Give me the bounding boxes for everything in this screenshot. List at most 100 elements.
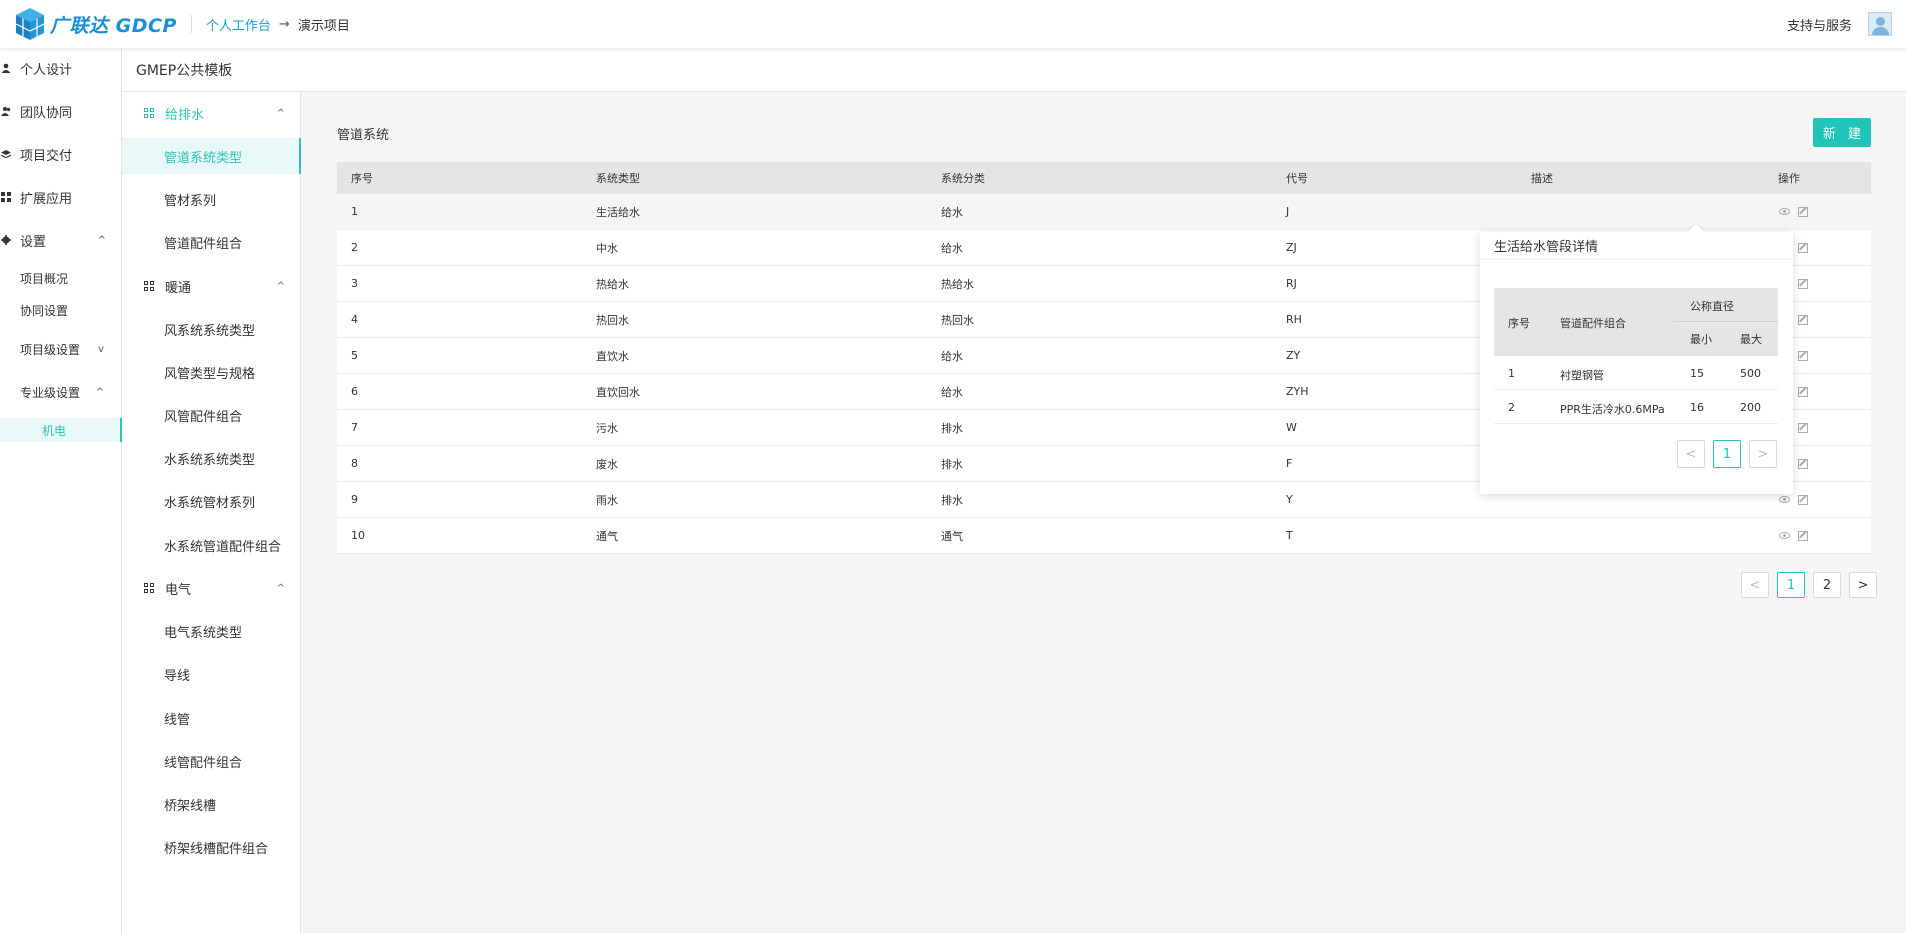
support-link[interactable]: 支持与服务 xyxy=(1787,15,1852,34)
edit-icon[interactable] xyxy=(1798,350,1808,361)
secondary-sidebar: 给排水 ^ 管道系统类型 管材系列 管道配件组合 暖通 ^ 风系统系统类型 风管… xyxy=(122,92,301,933)
table-cell: 排水 xyxy=(941,457,963,471)
group-water[interactable]: 给排水 ^ xyxy=(122,98,301,128)
table-cell: 热给水 xyxy=(941,277,974,291)
nav-collab-settings[interactable]: 协同设置 xyxy=(20,298,120,322)
item-electrical-system-type[interactable]: 电气系统类型 xyxy=(122,613,301,649)
item-pipe-system-type[interactable]: 管道系统类型 xyxy=(122,138,301,174)
grid-icon xyxy=(144,582,155,594)
view-icon[interactable] xyxy=(1779,208,1790,215)
page-1-button[interactable]: 1 xyxy=(1777,572,1805,598)
grid-icon xyxy=(144,280,155,292)
item-conduit-fitting[interactable]: 线管配件组合 xyxy=(122,743,301,779)
nav-project-delivery[interactable]: 项目交付 xyxy=(0,139,122,169)
view-icon[interactable] xyxy=(1779,532,1790,539)
col-index: 序号 xyxy=(351,172,373,185)
table-cell: 通气 xyxy=(941,529,963,543)
new-button[interactable]: 新 建 xyxy=(1813,118,1871,147)
item-pipe-fitting[interactable]: 管道配件组合 xyxy=(122,224,301,260)
edit-icon[interactable] xyxy=(1798,278,1808,289)
pop-col-min: 最小 xyxy=(1690,333,1712,346)
nav-settings[interactable]: 设置 ^ xyxy=(0,225,122,255)
table-cell: RJ xyxy=(1286,277,1297,290)
item-pipe-material[interactable]: 管材系列 xyxy=(122,181,301,217)
table-row[interactable]: 1 生活给水 给水 J xyxy=(337,194,1871,230)
detail-popover: 生活给水管段详情 序号 管道配件组合 公称直径 最小 最大 1 衬塑钢管 15 … xyxy=(1480,223,1793,494)
table-cell: 给水 xyxy=(941,349,963,363)
nav-pro-level-settings[interactable]: 专业级设置 ^ xyxy=(20,380,120,404)
nav-extend-apps[interactable]: 扩展应用 xyxy=(0,182,122,212)
table-cell: 1 xyxy=(351,205,358,218)
table-header: 序号 系统类型 系统分类 代号 描述 操作 xyxy=(337,162,1871,194)
col-description: 描述 xyxy=(1531,172,1553,185)
next-page-button[interactable]: > xyxy=(1849,572,1877,598)
nav-project-level-settings[interactable]: 项目级设置 v xyxy=(20,337,120,361)
table-cell: 直饮水 xyxy=(596,349,629,363)
table-cell: Y xyxy=(1286,493,1293,506)
nav-personal-design[interactable]: 个人设计 xyxy=(0,53,122,83)
nav-team-collab[interactable]: 团队协同 xyxy=(0,96,122,126)
table-cell: 给水 xyxy=(941,205,963,219)
grid-icon xyxy=(144,107,155,119)
nav-mech-active[interactable]: 机电 xyxy=(0,418,122,442)
edit-icon[interactable] xyxy=(1798,386,1808,397)
table-cell: J xyxy=(1286,205,1290,218)
group-hvac[interactable]: 暖通 ^ xyxy=(122,271,301,301)
item-wire[interactable]: 导线 xyxy=(122,656,301,692)
item-water-system-type[interactable]: 水系统系统类型 xyxy=(122,440,301,476)
avatar[interactable] xyxy=(1868,12,1892,36)
primary-sidebar: 个人设计 团队协同 项目交付 扩展应用 设置 ^ 项目概况 协同设置 项目级设置… xyxy=(0,48,122,933)
table-cell: 5 xyxy=(351,349,358,362)
table-cell: 8 xyxy=(351,457,358,470)
popover-page-1-button[interactable]: 1 xyxy=(1713,440,1741,468)
table-cell: 中水 xyxy=(596,241,618,255)
chevron-up-icon: ^ xyxy=(97,234,106,246)
table-row[interactable]: 10 通气 通气 T xyxy=(337,518,1871,554)
col-actions: 操作 xyxy=(1778,172,1800,185)
view-icon[interactable] xyxy=(1779,496,1790,503)
item-duct-type[interactable]: 风管类型与规格 xyxy=(122,354,301,390)
pop-col-diameter: 公称直径 xyxy=(1690,300,1734,313)
edit-icon[interactable] xyxy=(1798,314,1808,325)
prev-page-button[interactable]: < xyxy=(1741,572,1769,598)
item-water-pipe-fitting[interactable]: 水系统管道配件组合 xyxy=(122,527,301,563)
table-cell: 3 xyxy=(351,277,358,290)
popover-title: 生活给水管段详情 xyxy=(1480,232,1793,260)
table-cell: 热给水 xyxy=(596,277,629,291)
user-icon xyxy=(1,63,11,73)
item-cable-tray[interactable]: 桥架线槽 xyxy=(122,786,301,822)
breadcrumb-workbench[interactable]: 个人工作台 xyxy=(206,15,271,34)
popover-prev-button[interactable]: < xyxy=(1677,440,1705,468)
group-electrical[interactable]: 电气 ^ xyxy=(122,573,301,603)
logo[interactable]: 广联达 GDCP xyxy=(14,7,177,41)
edit-icon[interactable] xyxy=(1798,422,1808,433)
table-cell: 雨水 xyxy=(596,493,618,507)
item-conduit[interactable]: 线管 xyxy=(122,700,301,736)
table-cell: 4 xyxy=(351,313,358,326)
item-cable-tray-fitting[interactable]: 桥架线槽配件组合 xyxy=(122,829,301,865)
edit-icon[interactable] xyxy=(1798,494,1808,505)
edit-icon[interactable] xyxy=(1798,242,1808,253)
edit-icon[interactable] xyxy=(1798,206,1808,217)
item-air-system-type[interactable]: 风系统系统类型 xyxy=(122,311,301,347)
popover-table: 序号 管道配件组合 公称直径 最小 最大 1 衬塑钢管 15 500 2 PPR… xyxy=(1494,288,1778,424)
main-content: 管道系统 新 建 序号 系统类型 系统分类 代号 描述 操作 1 生活给水 给水 J 2… xyxy=(301,92,1906,933)
nav-project-overview[interactable]: 项目概况 xyxy=(20,266,120,290)
page-2-button[interactable]: 2 xyxy=(1813,572,1841,598)
col-code: 代号 xyxy=(1286,172,1308,185)
item-duct-fitting[interactable]: 风管配件组合 xyxy=(122,397,301,433)
item-water-pipe-material[interactable]: 水系统管材系列 xyxy=(122,483,301,519)
row-actions xyxy=(1779,494,1808,505)
breadcrumb: 个人工作台 → 演示项目 xyxy=(206,15,350,34)
chevron-down-icon: v xyxy=(98,343,104,355)
edit-icon[interactable] xyxy=(1798,530,1808,541)
table-cell: 9 xyxy=(351,493,358,506)
popover-next-button[interactable]: > xyxy=(1749,440,1777,468)
edit-icon[interactable] xyxy=(1798,458,1808,469)
layers-icon xyxy=(1,150,11,159)
arrow-right-icon: → xyxy=(278,16,290,32)
chevron-up-icon: ^ xyxy=(276,582,285,594)
table-cell: 给水 xyxy=(941,241,963,255)
logo-cube-icon xyxy=(15,8,45,40)
top-right: 支持与服务 xyxy=(1787,0,1892,48)
